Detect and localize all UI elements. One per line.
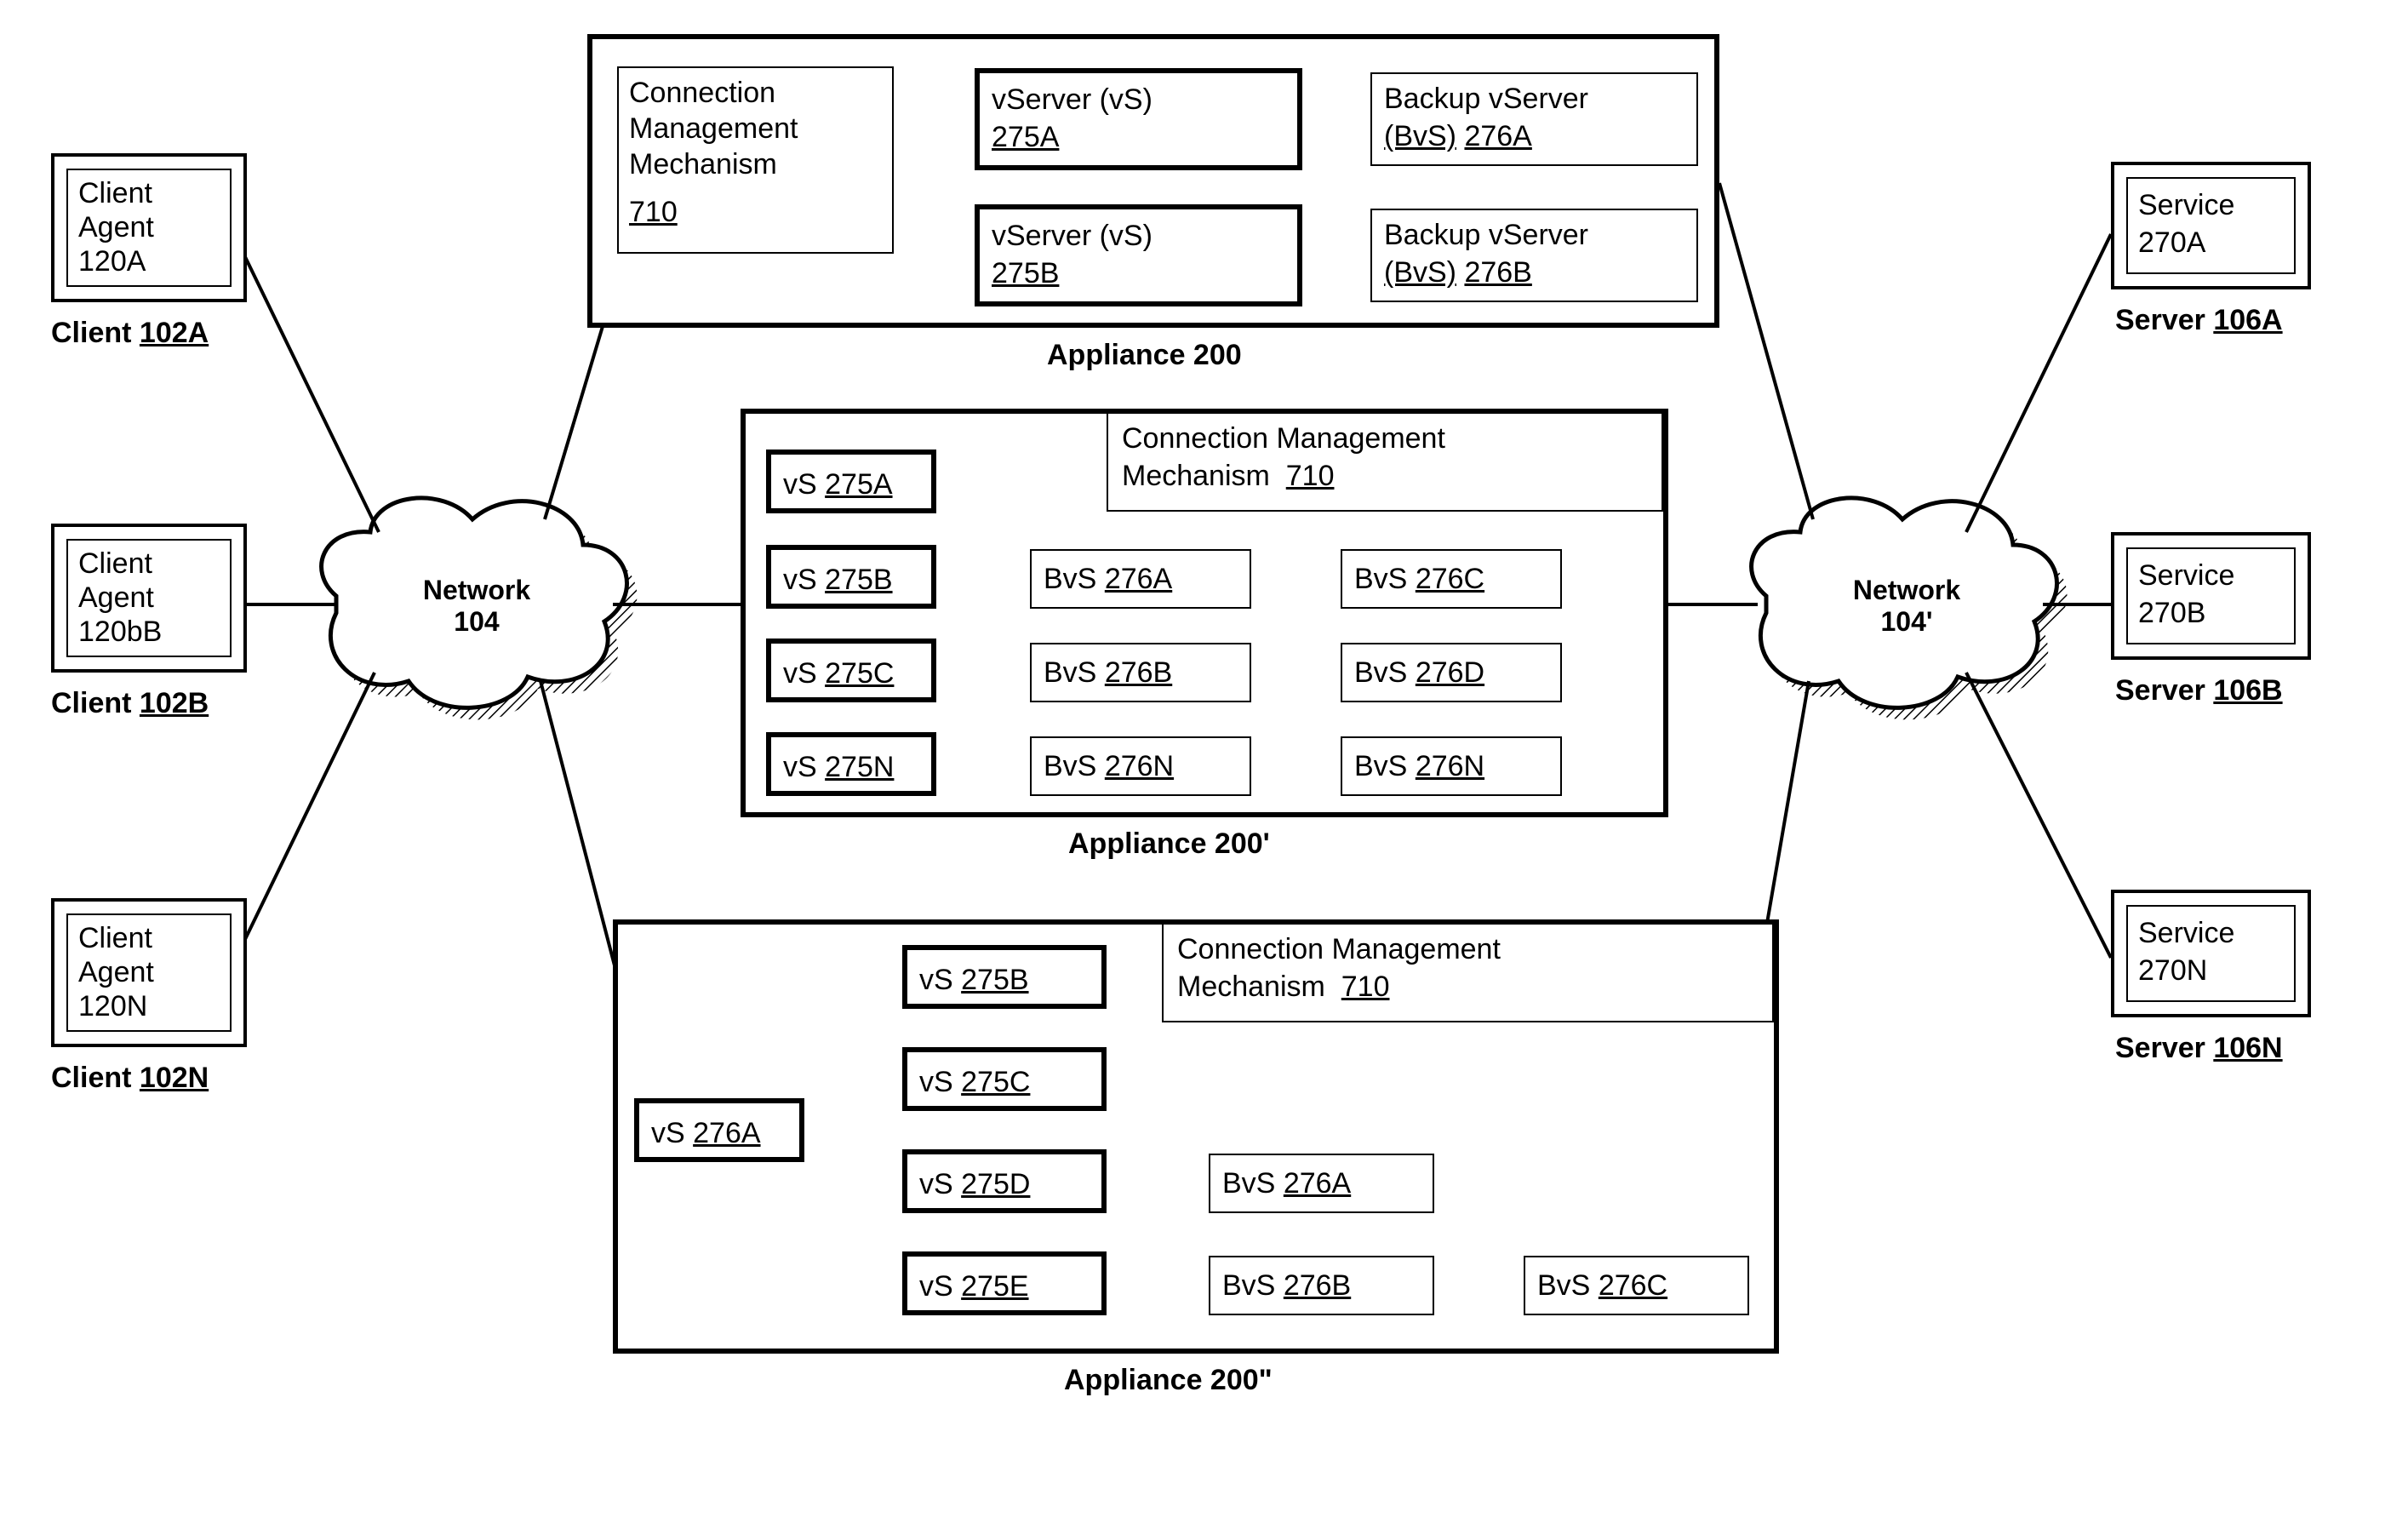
vs-box: vS 275B <box>902 945 1107 1009</box>
appliance-200pp-caption: Appliance 200" <box>1064 1364 1273 1397</box>
service-id: 270N <box>2138 954 2207 988</box>
client-label: Client 102A <box>51 317 209 350</box>
service-id: 270B <box>2138 597 2205 630</box>
appliance-200prime-caption: Appliance 200' <box>1068 827 1270 861</box>
backup-vserver-box: Backup vServer (BvS) 276B <box>1370 209 1698 302</box>
client-agent-id: 120bB <box>78 616 162 649</box>
service-inner: Service 270A <box>2126 177 2296 274</box>
bvs-box: BvS 276C <box>1341 549 1562 609</box>
client-agent-line2: Agent <box>78 211 154 244</box>
bvs-box: BvS 276B <box>1030 643 1251 702</box>
client-agent-inner: Client Agent 120A <box>66 169 232 287</box>
server-label: Server 106N <box>2115 1032 2283 1065</box>
server-label: Server 106B <box>2115 674 2283 707</box>
vserver-box: vServer (vS) 275A <box>975 68 1302 170</box>
client-agent-line2: Agent <box>78 956 154 989</box>
service-inner: Service 270B <box>2126 547 2296 644</box>
appliance-200-caption: Appliance 200 <box>1047 339 1242 372</box>
vs-box: vS 275A <box>766 450 936 513</box>
client-agent-line1: Client <box>78 177 152 210</box>
client-agent-line1: Client <box>78 922 152 955</box>
network-right-label: Network104' <box>1839 575 1975 638</box>
cmm-box: Connection Management Mechanism 710 <box>1162 925 1774 1022</box>
cmm-box: Connection Management Mechanism 710 <box>1107 414 1663 512</box>
bvs-box: BvS 276B <box>1209 1256 1434 1315</box>
service-inner: Service 270N <box>2126 905 2296 1002</box>
client-agent-id: 120N <box>78 990 147 1023</box>
vserver-box: vServer (vS) 275B <box>975 204 1302 306</box>
service-line1: Service <box>2138 559 2234 593</box>
client-label: Client 102N <box>51 1062 209 1095</box>
bvs-box: BvS 276D <box>1341 643 1562 702</box>
vs-box: vS 275B <box>766 545 936 609</box>
bvs-box: BvS 276A <box>1030 549 1251 609</box>
cmm-box: Connection Management Mechanism 710 <box>617 66 894 254</box>
diagram-stage: Client Agent 120A Client 102A Client Age… <box>0 0 2408 1529</box>
client-agent-inner: Client Agent 120bB <box>66 539 232 657</box>
server-label: Server 106A <box>2115 304 2283 337</box>
client-label: Client 102B <box>51 687 209 720</box>
service-id: 270A <box>2138 226 2205 260</box>
service-line1: Service <box>2138 917 2234 950</box>
cmm-id: 710 <box>629 196 678 229</box>
service-line1: Service <box>2138 189 2234 222</box>
client-agent-id: 120A <box>78 245 146 278</box>
vs-box: vS 275D <box>902 1149 1107 1213</box>
vs-box: vS 275C <box>902 1047 1107 1111</box>
bvs-box: BvS 276C <box>1524 1256 1749 1315</box>
vs-box: vS 275N <box>766 732 936 796</box>
bvs-box: BvS 276N <box>1030 736 1251 796</box>
bvs-box: BvS 276N <box>1341 736 1562 796</box>
client-agent-inner: Client Agent 120N <box>66 913 232 1032</box>
client-agent-line2: Agent <box>78 581 154 615</box>
vs-box: vS 275E <box>902 1251 1107 1315</box>
backup-vserver-box: Backup vServer (BvS) 276A <box>1370 72 1698 166</box>
bvs-box: BvS 276A <box>1209 1154 1434 1213</box>
client-agent-line1: Client <box>78 547 152 581</box>
vs-box: vS 275C <box>766 639 936 702</box>
vs-box: vS 276A <box>634 1098 804 1162</box>
network-left-label: Network104 <box>409 575 545 638</box>
